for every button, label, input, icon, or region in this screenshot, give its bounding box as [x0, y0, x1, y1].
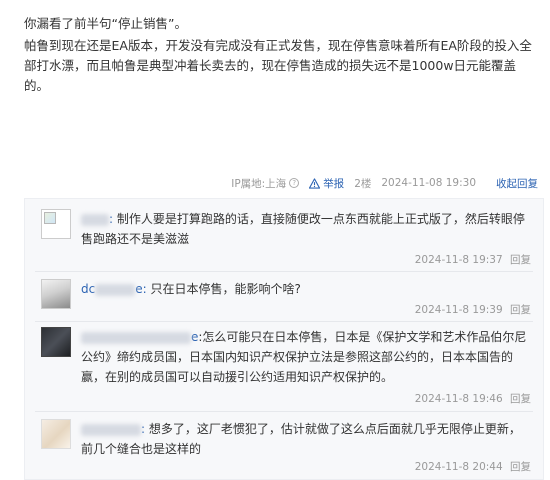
reply-time: 2024-11-8 20:44: [414, 461, 503, 473]
ip-location: IP属地:上海 ?: [231, 176, 300, 191]
reply-body: : 想多了，这厂老惯犯了，估计就做了这么点后面就几乎无限停止更新，前几个缝合也是…: [81, 419, 531, 459]
reply-meta: 2024-11-8 19:37 回复: [415, 252, 531, 267]
reply-username[interactable]: e: [81, 330, 198, 344]
post-time: 2024-11-08 19:30: [381, 177, 476, 189]
post-line-1: 你漏看了前半句“停止销售”。: [24, 16, 187, 31]
ip-location-label: IP属地:上海: [231, 177, 287, 190]
reply-meta: 2024-11-8 19:46 回复: [415, 391, 531, 406]
reply-username[interactable]: dc e:: [81, 282, 147, 296]
divider: [35, 271, 533, 272]
reply-text: 想多了，这厂老惯犯了，估计就做了这么点后面就几乎无限停止更新，前几个缝合也是这样…: [81, 422, 521, 456]
reply-username[interactable]: :: [81, 212, 113, 226]
post-line-2: 帕鲁到现在还是EA版本，开发没有完成没有正式发售，现在停售意味着所有EA阶段的投…: [24, 38, 532, 93]
avatar[interactable]: [41, 327, 71, 357]
post-tail: IP属地:上海 ? 举报 2楼 2024-11-08 19:30 收起回复: [231, 174, 538, 192]
reply-time: 2024-11-8 19:37: [414, 254, 503, 266]
reply-time: 2024-11-8 19:46: [414, 393, 503, 405]
reply-text: 制作人要是打算跑路的话，直接随便改一点东西就能上正式版了，然后转眼停售跑路还不是…: [81, 212, 525, 246]
broken-image-icon: [44, 212, 56, 224]
warning-icon: [309, 177, 321, 189]
floor-number: 2楼: [354, 177, 372, 190]
reply-button[interactable]: 回复: [510, 393, 531, 405]
report-label: 举报: [323, 177, 345, 190]
divider: [35, 321, 533, 322]
reply-button[interactable]: 回复: [510, 304, 531, 316]
list-item: : 制作人要是打算跑路的话，直接随便改一点东西就能上正式版了，然后转眼停售跑路还…: [35, 209, 537, 269]
post-content: 你漏看了前半句“停止销售”。 帕鲁到现在还是EA版本，开发没有完成没有正式发售，…: [24, 14, 540, 96]
reply-body: : 制作人要是打算跑路的话，直接随便改一点东西就能上正式版了，然后转眼停售跑路还…: [81, 209, 531, 249]
reply-button[interactable]: 回复: [510, 254, 531, 266]
reply-meta: 2024-11-8 20:44 回复: [415, 459, 531, 474]
list-item: : 想多了，这厂老惯犯了，估计就做了这么点后面就几乎无限停止更新，前几个缝合也是…: [35, 419, 537, 479]
reply-button[interactable]: 回复: [510, 461, 531, 473]
help-icon[interactable]: ?: [289, 178, 300, 188]
reply-username[interactable]: :: [81, 422, 145, 436]
reply-body: dc e: 只在日本停售，能影响个啥?: [81, 279, 531, 299]
avatar[interactable]: [41, 419, 71, 449]
collapse-replies-button[interactable]: 收起回复: [496, 176, 538, 191]
list-item: e:怎么可能只在日本停售，日本是《保护文学和艺术作品伯尔尼公约》缔约成员国，日本…: [35, 327, 537, 407]
reply-body: e:怎么可能只在日本停售，日本是《保护文学和艺术作品伯尔尼公约》缔约成员国，日本…: [81, 327, 531, 387]
reply-meta: 2024-11-8 19:39 回复: [415, 302, 531, 317]
avatar[interactable]: [41, 209, 71, 239]
divider: [35, 411, 533, 412]
reply-time: 2024-11-8 19:39: [414, 304, 503, 316]
reply-text: 只在日本停售，能影响个啥?: [150, 282, 301, 296]
report-button[interactable]: 举报: [309, 176, 344, 191]
list-item: dc e: 只在日本停售，能影响个啥? 2024-11-8 19:39 回复: [35, 279, 537, 319]
reply-list: : 制作人要是打算跑路的话，直接随便改一点东西就能上正式版了，然后转眼停售跑路还…: [24, 198, 544, 480]
avatar[interactable]: [41, 279, 71, 309]
